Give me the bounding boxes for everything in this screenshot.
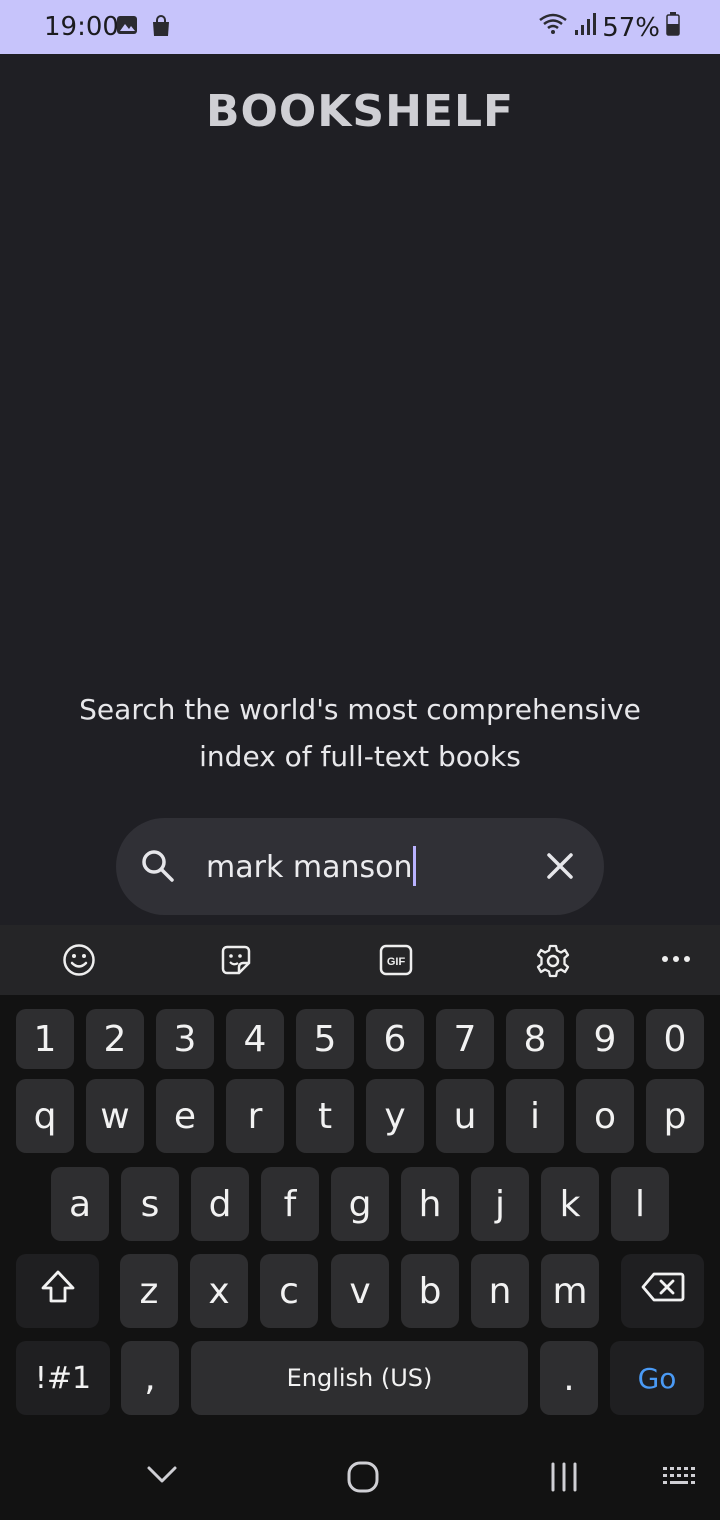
key-9[interactable]: 9 — [576, 1009, 634, 1069]
key-1[interactable]: 1 — [16, 1009, 74, 1069]
shift-key[interactable] — [16, 1254, 99, 1328]
key-j[interactable]: j — [471, 1167, 529, 1241]
keyboard-toolbar: GIF — [0, 925, 720, 995]
key-g[interactable]: g — [331, 1167, 389, 1241]
battery-percent: 57% — [602, 12, 660, 43]
recent-apps-icon[interactable] — [549, 1462, 579, 1496]
shopping-bag-icon — [150, 14, 172, 42]
comma-key[interactable]: , — [121, 1341, 179, 1415]
key-3[interactable]: 3 — [156, 1009, 214, 1069]
key-k[interactable]: k — [541, 1167, 599, 1241]
key-c[interactable]: c — [260, 1254, 318, 1328]
gallery-notification-icon — [116, 14, 138, 42]
status-bar: 19:00 57% — [0, 0, 720, 54]
key-r[interactable]: r — [226, 1079, 284, 1153]
key-6[interactable]: 6 — [366, 1009, 424, 1069]
key-2[interactable]: 2 — [86, 1009, 144, 1069]
home-button-icon[interactable] — [346, 1460, 380, 1498]
key-h[interactable]: h — [401, 1167, 459, 1241]
search-icon — [140, 848, 176, 888]
signal-icon — [574, 12, 597, 43]
more-options-icon[interactable] — [660, 951, 692, 971]
key-8[interactable]: 8 — [506, 1009, 564, 1069]
keyboard-switch-icon[interactable] — [661, 1465, 699, 1495]
key-m[interactable]: m — [541, 1254, 599, 1328]
key-f[interactable]: f — [261, 1167, 319, 1241]
svg-text:GIF: GIF — [387, 956, 406, 968]
wifi-icon — [538, 12, 568, 43]
text-cursor — [413, 846, 417, 886]
key-d[interactable]: d — [191, 1167, 249, 1241]
key-i[interactable]: i — [506, 1079, 564, 1153]
period-key[interactable]: . — [540, 1341, 598, 1415]
hide-keyboard-chevron-down-icon[interactable] — [146, 1465, 178, 1489]
key-s[interactable]: s — [121, 1167, 179, 1241]
tagline-line-2: index of full-text books — [199, 740, 521, 773]
clear-search-icon[interactable] — [542, 848, 578, 888]
key-v[interactable]: v — [331, 1254, 389, 1328]
key-w[interactable]: w — [86, 1079, 144, 1153]
key-n[interactable]: n — [471, 1254, 529, 1328]
key-q[interactable]: q — [16, 1079, 74, 1153]
go-key[interactable]: Go — [610, 1341, 704, 1415]
symbols-key[interactable]: !#1 — [16, 1341, 110, 1415]
backspace-icon — [641, 1271, 685, 1312]
search-input-value: mark manson — [206, 850, 413, 885]
key-7[interactable]: 7 — [436, 1009, 494, 1069]
key-p[interactable]: p — [646, 1079, 704, 1153]
navigation-bar — [0, 1425, 720, 1520]
tagline-line-1: Search the world's most comprehensive — [79, 693, 641, 726]
key-o[interactable]: o — [576, 1079, 634, 1153]
emoji-icon[interactable] — [62, 943, 96, 981]
app-title: BOOKSHELF — [205, 86, 515, 137]
search-input[interactable]: mark manson — [206, 846, 417, 886]
key-y[interactable]: y — [366, 1079, 424, 1153]
key-x[interactable]: x — [190, 1254, 248, 1328]
key-e[interactable]: e — [156, 1079, 214, 1153]
key-4[interactable]: 4 — [226, 1009, 284, 1069]
key-5[interactable]: 5 — [296, 1009, 354, 1069]
key-u[interactable]: u — [436, 1079, 494, 1153]
key-0[interactable]: 0 — [646, 1009, 704, 1069]
key-z[interactable]: z — [120, 1254, 178, 1328]
search-bar[interactable]: mark manson — [116, 818, 604, 915]
key-a[interactable]: a — [51, 1167, 109, 1241]
key-b[interactable]: b — [401, 1254, 459, 1328]
key-t[interactable]: t — [296, 1079, 354, 1153]
sticker-icon[interactable] — [219, 943, 253, 981]
status-time: 19:00 — [44, 12, 119, 42]
settings-gear-icon[interactable] — [535, 943, 571, 983]
tagline: Search the world's most comprehensive in… — [40, 686, 680, 780]
battery-icon — [666, 12, 680, 43]
app-screen: BOOKSHELF Search the world's most compre… — [0, 54, 720, 925]
backspace-key[interactable] — [621, 1254, 704, 1328]
space-key[interactable]: English (US) — [191, 1341, 528, 1415]
gif-icon[interactable]: GIF — [379, 943, 413, 981]
key-l[interactable]: l — [611, 1167, 669, 1241]
shift-icon — [39, 1268, 77, 1315]
